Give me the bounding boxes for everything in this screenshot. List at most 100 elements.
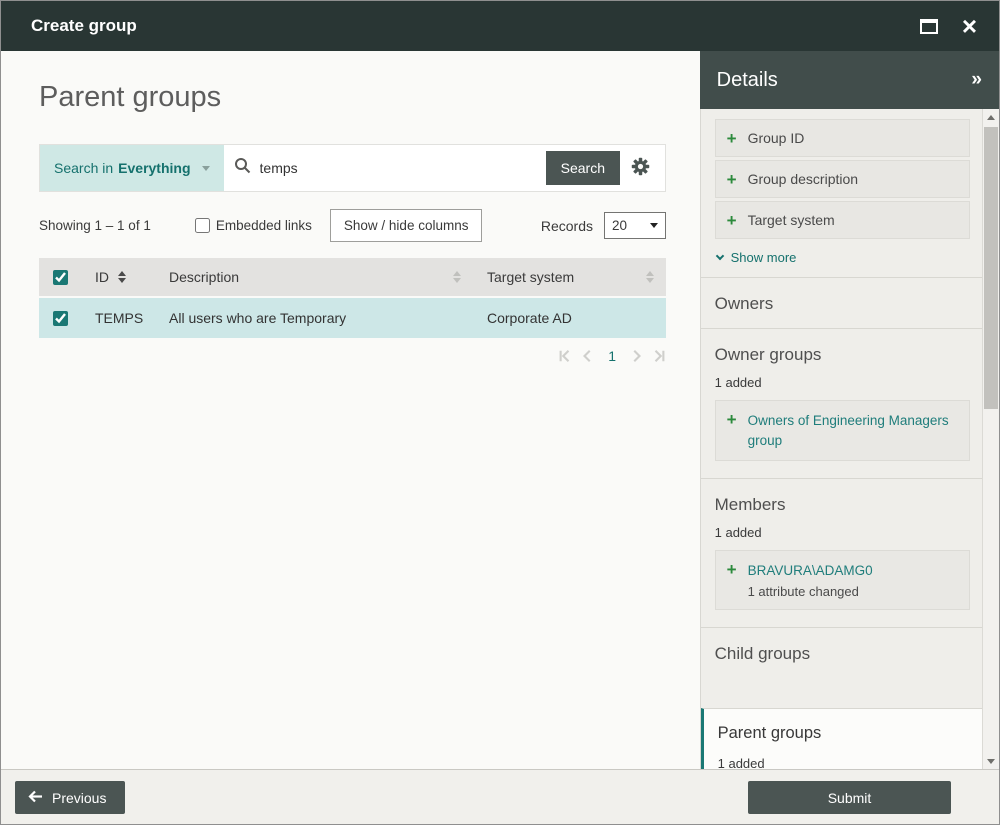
chevron-down-icon [715, 252, 723, 260]
owner-group-item[interactable]: + Owners of Engineering Managers group [715, 400, 970, 461]
details-sidebar: Details » + Group ID + Group description… [700, 51, 999, 769]
members-count: 1 added [715, 525, 970, 540]
row-target-system: Corporate AD [473, 310, 666, 326]
chevrons-right-icon: » [971, 69, 982, 90]
close-button[interactable]: × [962, 13, 977, 39]
plus-icon: + [727, 130, 737, 147]
column-header-description[interactable]: Description [155, 269, 473, 285]
attribute-label: Group description [748, 171, 859, 187]
sort-icon [453, 271, 461, 283]
records-per-page-value: 20 [612, 218, 627, 233]
member-note: 1 attribute changed [748, 584, 873, 599]
records-label: Records [541, 218, 593, 234]
collapse-sidebar-button[interactable]: » [971, 69, 982, 91]
arrow-left-icon [28, 790, 43, 806]
search-settings-button[interactable] [630, 145, 651, 191]
scroll-up-button[interactable] [983, 109, 999, 125]
row-checkbox[interactable] [53, 311, 68, 326]
triangle-down-icon [987, 759, 995, 764]
search-bar: Search in Everything Search [39, 144, 666, 192]
last-page-button[interactable] [652, 349, 666, 363]
showing-count: Showing 1 – 1 of 1 [39, 218, 151, 233]
owner-group-link[interactable]: Owners of Engineering Managers group [748, 411, 958, 450]
column-header-target-system-label: Target system [487, 269, 574, 285]
results-table: ID Description Target system [39, 258, 666, 338]
member-item[interactable]: + BRAVURA\ADAMG0 1 attribute changed [715, 550, 970, 610]
plus-icon: + [727, 212, 737, 229]
owner-groups-section-title: Owner groups [715, 345, 970, 365]
footer-bar: Previous Submit [1, 769, 999, 824]
show-more-link[interactable]: Show more [717, 250, 797, 265]
members-section-title: Members [715, 495, 970, 515]
list-controls: Showing 1 – 1 of 1 Embedded links Show /… [39, 209, 666, 242]
next-page-button[interactable] [629, 349, 643, 363]
search-input[interactable] [260, 160, 536, 176]
triangle-up-icon [987, 115, 995, 120]
column-header-target-system[interactable]: Target system [473, 269, 666, 285]
attribute-label: Target system [748, 212, 835, 228]
page-number[interactable]: 1 [608, 348, 616, 364]
page-title: Parent groups [39, 81, 700, 114]
title-bar: Create group × [1, 1, 999, 51]
owners-section-title: Owners [715, 294, 970, 314]
row-id: TEMPS [81, 310, 155, 326]
body-area: Parent groups Search in Everything Searc… [1, 51, 999, 769]
search-scope-label: Search in [54, 160, 113, 176]
column-header-description-label: Description [169, 269, 239, 285]
details-header: Details » [700, 51, 999, 109]
parent-groups-section[interactable]: Parent groups 1 added [701, 708, 982, 769]
previous-button[interactable]: Previous [15, 781, 125, 814]
divider [701, 277, 999, 278]
search-scope-dropdown[interactable]: Search in Everything [40, 145, 224, 191]
maximize-icon [920, 19, 938, 34]
member-link[interactable]: BRAVURA\ADAMG0 [748, 563, 873, 578]
embedded-links-toggle[interactable]: Embedded links [195, 218, 312, 233]
close-icon: × [962, 13, 977, 39]
first-page-button[interactable] [558, 349, 572, 363]
window-title: Create group [31, 16, 896, 36]
attribute-label: Group ID [748, 130, 805, 146]
child-groups-section-title: Child groups [715, 644, 970, 664]
chevron-down-icon [650, 223, 658, 228]
divider [701, 627, 999, 628]
sidebar-scrollbar[interactable] [982, 109, 999, 769]
row-description: All users who are Temporary [155, 310, 473, 326]
create-group-window: Create group × Parent groups Search in E… [0, 0, 1000, 825]
show-more-label: Show more [731, 250, 797, 265]
table-row[interactable]: TEMPS All users who are Temporary Corpor… [39, 298, 666, 338]
previous-label: Previous [52, 790, 106, 806]
chevron-down-icon [202, 166, 210, 171]
add-target-system-row[interactable]: + Target system [715, 201, 970, 239]
row-select-cell [39, 311, 81, 326]
embedded-links-label: Embedded links [216, 218, 312, 233]
plus-icon: + [727, 411, 737, 450]
search-button[interactable]: Search [546, 151, 620, 185]
divider [701, 328, 999, 329]
pagination: 1 [39, 348, 666, 364]
column-header-id[interactable]: ID [81, 269, 155, 285]
plus-icon: + [727, 171, 737, 188]
scrollbar-thumb[interactable] [984, 127, 998, 409]
plus-icon: + [727, 561, 737, 599]
select-all-checkbox[interactable] [53, 270, 68, 285]
details-title: Details [717, 69, 972, 92]
show-hide-columns-button[interactable]: Show / hide columns [330, 209, 483, 242]
add-group-description-row[interactable]: + Group description [715, 160, 970, 198]
embedded-links-checkbox[interactable] [195, 218, 210, 233]
column-header-id-label: ID [95, 269, 109, 285]
divider [701, 478, 999, 479]
sort-icon [118, 271, 126, 283]
gear-icon [630, 156, 651, 180]
main-panel: Parent groups Search in Everything Searc… [1, 51, 700, 769]
maximize-button[interactable] [920, 19, 938, 34]
submit-button[interactable]: Submit [748, 781, 951, 814]
records-per-page-select[interactable]: 20 [604, 212, 666, 239]
parent-groups-count: 1 added [718, 756, 968, 769]
table-header-row: ID Description Target system [39, 258, 666, 298]
scroll-down-button[interactable] [983, 753, 999, 769]
previous-page-button[interactable] [581, 349, 595, 363]
add-group-id-row[interactable]: + Group ID [715, 119, 970, 157]
search-icon [234, 157, 251, 179]
parent-groups-section-title: Parent groups [718, 724, 968, 743]
details-content: + Group ID + Group description + Target … [700, 109, 999, 769]
